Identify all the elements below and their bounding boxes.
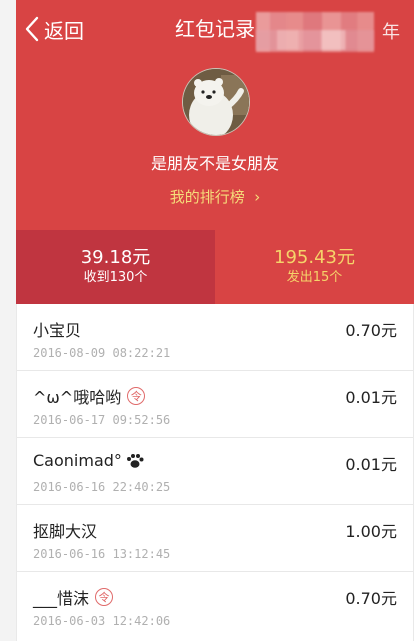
- record-time: 2016-06-16 22:40:25: [33, 480, 171, 494]
- paw-print-icon: [126, 453, 144, 468]
- sent-tab[interactable]: 195.43元 发出15个: [215, 230, 414, 304]
- record-amount: 0.01元: [345, 388, 397, 407]
- sender-name: ^ω^哦哈哟: [33, 388, 122, 407]
- record-amount: 0.70元: [345, 321, 397, 340]
- record-amount: 0.01元: [345, 455, 397, 474]
- user-nickname: 是朋友不是女朋友: [150, 154, 279, 173]
- list-item[interactable]: 小宝贝 2016-08-09 08:22:21 0.70元: [17, 304, 413, 371]
- sent-amount: 195.43元: [274, 247, 355, 268]
- record-time: 2016-08-09 08:22:21: [33, 346, 171, 360]
- received-amount: 39.18元: [80, 247, 151, 268]
- leaderboard-link[interactable]: 我的排行榜 ›: [16, 186, 414, 207]
- bear-avatar-image: [183, 69, 249, 135]
- sender-name: ___惜沫: [33, 589, 90, 608]
- record-time: 2016-06-03 12:42:06: [33, 614, 171, 628]
- record-list: 小宝贝 2016-08-09 08:22:21 0.70元 ^ω^哦哈哟 令 2…: [16, 304, 414, 641]
- avatar: [182, 68, 250, 136]
- list-item[interactable]: ___惜沫 令 2016-06-03 12:42:06 0.70元: [17, 572, 413, 639]
- record-amount: 1.00元: [345, 522, 397, 541]
- chevron-right-icon: ›: [249, 188, 261, 206]
- record-time: 2016-06-17 09:52:56: [33, 413, 171, 427]
- year-selector[interactable]: 年: [382, 18, 400, 44]
- record-time: 2016-06-16 13:12:45: [33, 547, 171, 561]
- pixelated-mask-lower: [256, 30, 374, 50]
- list-item[interactable]: Caonimad° 2016-06-16 22:40:25 0.01元: [17, 438, 413, 505]
- sender-name: 抠脚大汉: [33, 522, 98, 541]
- stats-bar: 39.18元 收到130个 195.43元 发出15个: [16, 230, 414, 304]
- record-amount: 0.70元: [345, 589, 397, 608]
- list-item[interactable]: 抠脚大汉 2016-06-16 13:12:45 1.00元: [17, 505, 413, 572]
- password-packet-icon: 令: [95, 588, 114, 606]
- received-tab[interactable]: 39.18元 收到130个: [16, 230, 215, 304]
- leaderboard-label: 我的排行榜: [169, 188, 245, 206]
- sender-name: Caonimad°: [33, 451, 122, 470]
- received-count: 收到130个: [83, 270, 148, 285]
- sender-name: 小宝贝: [33, 321, 82, 340]
- red-packet-records-page: 返回 红包记录 年 是朋友不是女朋友 我的排行榜 › 39.18元 收到130个: [0, 0, 414, 641]
- list-item[interactable]: ^ω^哦哈哟 令 2016-06-17 09:52:56 0.01元: [17, 371, 413, 438]
- password-packet-icon: 令: [127, 387, 146, 405]
- sent-count: 发出15个: [286, 270, 343, 285]
